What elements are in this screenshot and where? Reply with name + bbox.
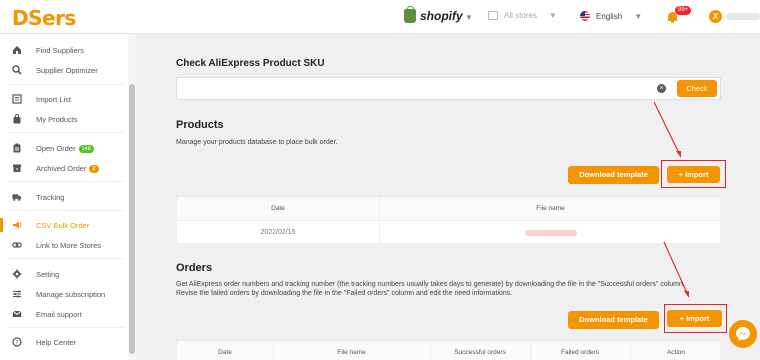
column-divider: [430, 341, 431, 360]
column-header-failed-orders: Failed orders: [561, 349, 599, 356]
column-header-file-name: File name: [337, 349, 366, 356]
column-divider: [530, 341, 531, 360]
column-header-date: Date: [218, 349, 232, 356]
messenger-chat-button[interactable]: [729, 320, 757, 348]
column-divider: [630, 341, 631, 360]
messenger-icon: [736, 327, 750, 341]
annotation-arrows: [653, 101, 689, 298]
orders-import-button[interactable]: + Import: [667, 310, 722, 327]
orders-description: Get AliExpress order numbers and trackin…: [176, 280, 736, 298]
import-label: Import: [686, 314, 710, 323]
column-header-successful-orders: Successful orders: [454, 349, 506, 356]
orders-description-line-2: Revise the failed orders by downloading …: [176, 290, 513, 297]
orders-download-template-button[interactable]: Download template: [568, 311, 659, 329]
orders-section-title: Orders: [176, 262, 213, 274]
orders-description-line-1: Get AliExpress order numbers and trackin…: [176, 281, 685, 288]
orders-table: Date File name Successful orders Failed …: [176, 340, 721, 360]
column-header-action: Action: [666, 349, 686, 356]
column-divider: [273, 341, 274, 360]
orders-table-header: Date File name Successful orders Failed …: [177, 341, 720, 360]
